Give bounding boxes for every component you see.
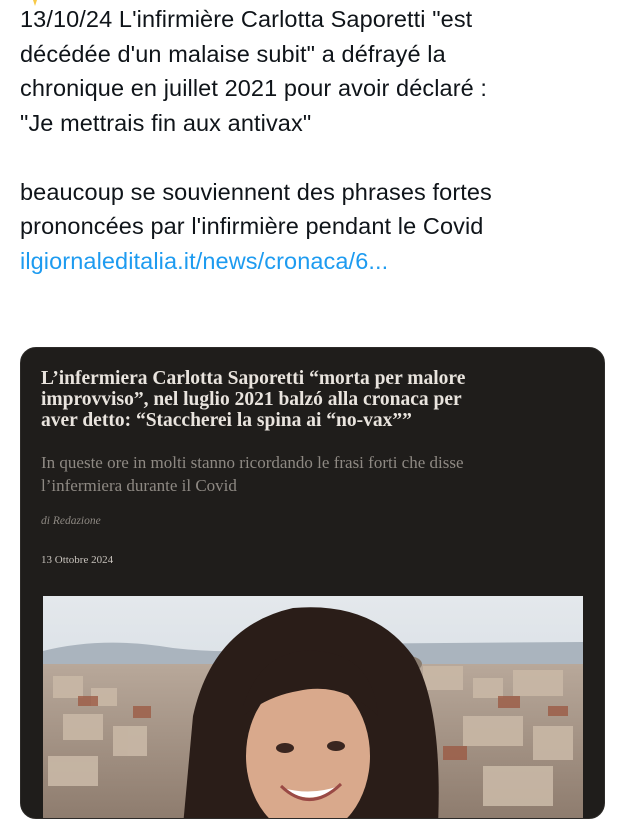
article-author: di Redazione — [41, 515, 101, 527]
tweet-line: "Je mettrais fin aux antivax" — [20, 109, 312, 136]
tweet-line: décédée d'un malaise subit" a défrayé la — [20, 40, 446, 67]
tweet-line: chronique en juillet 2021 pour avoir déc… — [20, 75, 488, 101]
subtitle-line: In queste ore in molti stanno ricordando… — [41, 453, 464, 472]
tweet-line: 13/10/24 L'infirmière Carlotta Saporetti… — [20, 6, 473, 32]
headline-line: improvviso”, nel luglio 2021 balzó alla … — [41, 389, 462, 410]
subtitle-line: l’infermiera durante il Covid — [41, 476, 237, 495]
tweet-line: beaucoup se souviennent des phrases fort… — [20, 178, 492, 205]
article-subtitle: In queste ore in molti stanno ricordando… — [41, 451, 591, 497]
article-photo — [43, 596, 583, 818]
tweet-text: 13/10/24 L'infirmière Carlotta Saporetti… — [20, 2, 612, 278]
tweet-line: prononcées par l'infirmière pendant le C… — [20, 213, 484, 239]
article-headline: L’infermiera Carlotta Saporetti “morta p… — [41, 368, 586, 431]
article-date: 13 Ottobre 2024 — [41, 554, 114, 566]
link-preview-card[interactable]: L’infermiera Carlotta Saporetti “morta p… — [20, 347, 605, 819]
headline-line: aver detto: “Staccherei la spina ai “no-… — [41, 410, 412, 431]
headline-line: L’infermiera Carlotta Saporetti “morta p… — [41, 368, 466, 389]
article-link[interactable]: ilgiornaleditalia.it/news/cronaca/6... — [20, 248, 388, 274]
